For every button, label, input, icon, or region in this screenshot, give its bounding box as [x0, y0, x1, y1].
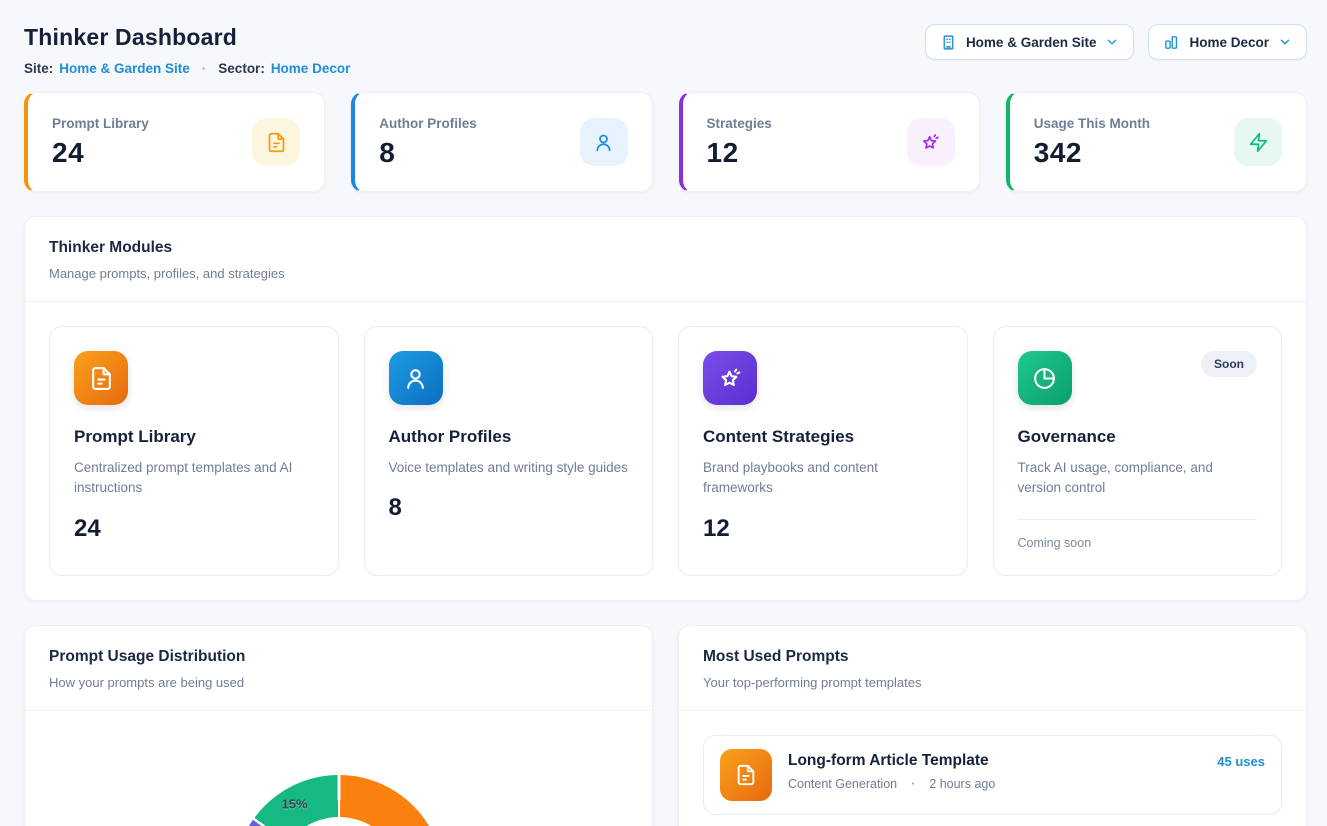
stat-label: Author Profiles [379, 116, 477, 131]
stat-card-strategies: Strategies 12 [679, 92, 980, 192]
prompt-item-main: Long-form Article Template Content Gener… [788, 749, 1201, 791]
prompt-item-meta: Content Generation · 2 hours ago [788, 777, 1201, 791]
modules-panel-header: Thinker Modules Manage prompts, profiles… [25, 217, 1306, 302]
sector-link[interactable]: Home Decor [271, 61, 351, 76]
document-icon [74, 351, 128, 405]
site-selector-dropdown[interactable]: Home & Garden Site [925, 24, 1135, 60]
stat-text: Prompt Library 24 [52, 116, 149, 169]
stat-card-prompt-library: Prompt Library 24 [24, 92, 325, 192]
usage-chart-title: Prompt Usage Distribution [49, 648, 628, 666]
module-description: Voice templates and writing style guides [389, 458, 629, 478]
stat-label: Usage This Month [1034, 116, 1150, 131]
building-icon [940, 34, 957, 51]
module-grid: Prompt Library Centralized prompt templa… [49, 326, 1282, 576]
stat-card-usage: Usage This Month 342 [1006, 92, 1307, 192]
prompt-item-category: Content Generation [788, 777, 897, 791]
soon-badge: Soon [1201, 351, 1257, 377]
prompt-item-title: Long-form Article Template [788, 752, 1201, 770]
module-count: 12 [703, 515, 943, 543]
prompt-list-item[interactable]: Long-form Article Template Content Gener… [703, 735, 1282, 815]
module-card-governance[interactable]: Soon Governance Track AI usage, complian… [993, 326, 1283, 576]
stat-value: 8 [379, 137, 477, 169]
lightning-icon [1234, 118, 1282, 166]
site-selector-label: Home & Garden Site [966, 35, 1097, 50]
stat-value: 342 [1034, 137, 1150, 169]
most-used-title: Most Used Prompts [703, 648, 1282, 666]
stat-text: Usage This Month 342 [1034, 116, 1150, 169]
most-used-prompts-card: Most Used Prompts Your top-performing pr… [678, 625, 1307, 826]
module-title: Author Profiles [389, 427, 629, 447]
document-icon [252, 118, 300, 166]
usage-chart-header: Prompt Usage Distribution How your promp… [25, 626, 652, 711]
magic-star-icon [703, 351, 757, 405]
meta-separator: · [911, 777, 915, 791]
modules-title: Thinker Modules [49, 239, 1282, 257]
module-divider [1018, 519, 1258, 520]
donut-segment-label: 15% [281, 797, 307, 812]
chevron-down-icon [1105, 35, 1119, 49]
bottom-row: Prompt Usage Distribution How your promp… [24, 625, 1307, 826]
site-label: Site: [24, 61, 53, 76]
module-count: 24 [74, 515, 314, 543]
sector-label: Sector: [218, 61, 265, 76]
most-used-body: Long-form Article Template Content Gener… [679, 711, 1306, 826]
stat-label: Prompt Library [52, 116, 149, 131]
module-description: Track AI usage, compliance, and version … [1018, 458, 1258, 499]
user-icon [580, 118, 628, 166]
module-card-content-strategies[interactable]: Content Strategies Brand playbooks and c… [678, 326, 968, 576]
breadcrumb: Site: Home & Garden Site · Sector: Home … [24, 61, 350, 76]
pie-chart-icon [1018, 351, 1072, 405]
module-description: Brand playbooks and content frameworks [703, 458, 943, 499]
top-bar-actions: Home & Garden Site Home Decor [925, 24, 1307, 60]
document-icon [720, 749, 772, 801]
top-bar: Thinker Dashboard Site: Home & Garden Si… [24, 16, 1307, 76]
prompt-usage-distribution-card: Prompt Usage Distribution How your promp… [24, 625, 653, 826]
prompt-item-uses-badge: 45 uses [1217, 749, 1265, 769]
module-title: Governance [1018, 427, 1258, 447]
module-card-author-profiles[interactable]: Author Profiles Voice templates and writ… [364, 326, 654, 576]
stats-row: Prompt Library 24 Author Profiles 8 Stra… [24, 92, 1307, 192]
module-card-prompt-library[interactable]: Prompt Library Centralized prompt templa… [49, 326, 339, 576]
prompt-item-time: 2 hours ago [929, 777, 995, 791]
page-title: Thinker Dashboard [24, 24, 350, 51]
sector-selector-dropdown[interactable]: Home Decor [1148, 24, 1307, 60]
modules-subtitle: Manage prompts, profiles, and strategies [49, 266, 1282, 281]
site-link[interactable]: Home & Garden Site [59, 61, 190, 76]
stat-label: Strategies [707, 116, 772, 131]
chevron-down-icon [1278, 35, 1292, 49]
sector-selector-label: Home Decor [1189, 35, 1269, 50]
module-title: Content Strategies [703, 427, 943, 447]
donut-chart: 15% [234, 775, 444, 826]
usage-chart-body: 15% [25, 711, 652, 826]
most-used-subtitle: Your top-performing prompt templates [703, 675, 1282, 690]
stat-value: 24 [52, 137, 149, 169]
dashboard-page: Thinker Dashboard Site: Home & Garden Si… [0, 0, 1327, 826]
coming-soon-text: Coming soon [1018, 536, 1258, 550]
bar-chart-icon [1163, 34, 1180, 51]
stat-text: Strategies 12 [707, 116, 772, 169]
title-block: Thinker Dashboard Site: Home & Garden Si… [24, 16, 350, 76]
module-title: Prompt Library [74, 427, 314, 447]
stat-text: Author Profiles 8 [379, 116, 477, 169]
most-used-header: Most Used Prompts Your top-performing pr… [679, 626, 1306, 711]
module-description: Centralized prompt templates and AI inst… [74, 458, 314, 499]
meta-separator: · [202, 61, 207, 76]
module-count: 8 [389, 494, 629, 522]
stat-value: 12 [707, 137, 772, 169]
modules-panel-body: Prompt Library Centralized prompt templa… [25, 302, 1306, 600]
user-icon [389, 351, 443, 405]
stat-card-author-profiles: Author Profiles 8 [351, 92, 652, 192]
magic-star-icon [907, 118, 955, 166]
thinker-modules-panel: Thinker Modules Manage prompts, profiles… [24, 216, 1307, 601]
usage-chart-subtitle: How your prompts are being used [49, 675, 628, 690]
